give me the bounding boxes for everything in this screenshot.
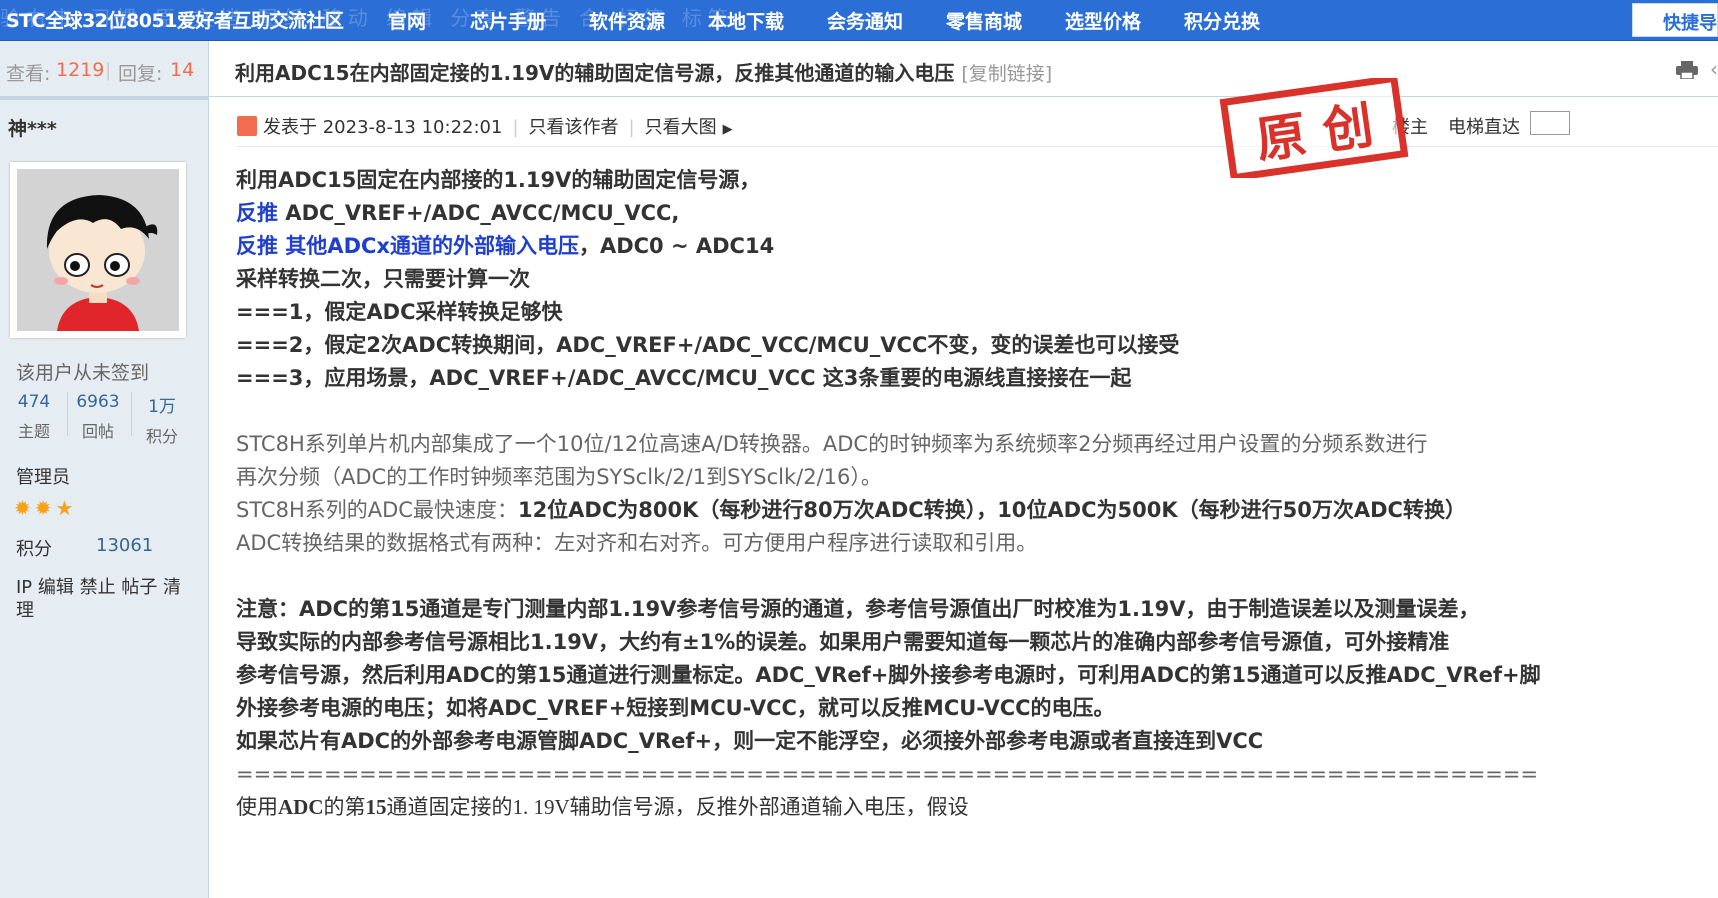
content-text: ADC_VREF+/ADC_AVCC/MCU_VCC, xyxy=(278,201,680,225)
content-emphasis: 15 xyxy=(365,795,387,819)
avatar[interactable] xyxy=(10,162,186,338)
rank-stars: ✹✹★ xyxy=(14,496,77,520)
post-content: 利用ADC15固定在内部接的1.19V的辅助固定信号源， 反推 ADC_VREF… xyxy=(236,164,1576,824)
print-icon[interactable] xyxy=(1676,61,1698,79)
content-line: 导致实际的内部参考信号源相比1.19V，大约有±1%的误差。如果用户需要知道每一… xyxy=(236,630,1450,654)
content-text: STC8H系列的ADC最快速度： xyxy=(236,498,518,522)
author-only-link[interactable]: 只看该作者 xyxy=(529,117,619,138)
nav-local-download[interactable]: 本地下载 xyxy=(708,7,784,34)
top-navbar: 验右市 习惯 原 文档 图纸 移动 编辑 分享 警告 合 标签 标签 STC全球… xyxy=(0,0,1718,41)
copy-link-button[interactable]: [复制链接] xyxy=(961,63,1052,85)
content-line: ===3，应用场景，ADC_VREF+/ADC_AVCC/MCU_VCC 这3条… xyxy=(236,366,1132,390)
admin-actions[interactable]: IP 编辑 禁止 帖子 清理 xyxy=(16,576,186,622)
user-role[interactable]: 管理员 xyxy=(16,463,70,489)
content-line: 注意：ADC的第15通道是专门测量内部1.19V参考信号源的通道，参考信号源值出… xyxy=(236,597,1480,621)
content-line: 采样转换二次，只需要计算一次 xyxy=(236,267,530,291)
meta-divider: | xyxy=(628,117,635,138)
nav-retail-store[interactable]: 零售商城 xyxy=(946,7,1022,34)
thread-header: 利用ADC15在内部固定接的1.19V的辅助固定信号源，反推其他通道的输入电压 … xyxy=(209,41,1718,97)
content-line: 外接参考电源的电压；如将ADC_VREF+短接到MCU-VCC，就可以反推MCU… xyxy=(236,696,1115,720)
thread-title-text: 利用ADC15在内部固定接的1.19V的辅助固定信号源，反推其他通道的输入电压 xyxy=(235,61,955,85)
threads-count[interactable]: 474 xyxy=(4,392,64,412)
big-image-link[interactable]: 只看大图 xyxy=(645,117,717,138)
content-line: STC8H系列的ADC最快速度：12位ADC为800K（每秒进行80万次ADC转… xyxy=(236,494,1576,527)
content-emphasis: ADC xyxy=(278,795,324,819)
credit-label: 积分 xyxy=(16,539,52,560)
post-divider xyxy=(237,146,1718,147)
content-text: 的第 xyxy=(323,795,366,819)
meta-divider: | xyxy=(512,117,519,138)
caret-right-icon: ▶ xyxy=(722,122,733,137)
content-text: 使用 xyxy=(236,795,278,819)
site-title-link[interactable]: STC全球32位8051爱好者互助交流社区 xyxy=(6,6,344,33)
elevator-label: 电梯直达 xyxy=(1448,117,1520,138)
stats-divider: | xyxy=(105,59,112,81)
sun-icon: ✹ xyxy=(14,496,35,520)
signin-status: 该用户从未签到 xyxy=(16,362,150,384)
posts-count[interactable]: 6963 xyxy=(68,392,128,412)
content-line: 使用ADC的第15通道固定接的1. 19V辅助信号源，反推外部通道输入电压，假设 xyxy=(236,791,1576,824)
points-label: 积分 xyxy=(145,427,178,446)
thread-stats: 查看: 1219 | 回复: 14 xyxy=(0,41,208,96)
content-text: ，ADC0 ~ ADC14 xyxy=(578,234,775,258)
content-divider: ========================================… xyxy=(236,762,1539,786)
content-emphasis: 12位ADC为800K（每秒进行80万次ADC转换），10位ADC为500K（每… xyxy=(517,498,1466,522)
elevator-input[interactable] xyxy=(1530,111,1570,135)
user-stat-threads[interactable]: 474 主题 xyxy=(4,392,64,442)
sun-icon: ✹ xyxy=(34,496,56,520)
post-date: 发表于 2023-8-13 10:22:01 xyxy=(263,117,503,138)
author-name[interactable]: 神*** xyxy=(8,114,57,141)
star-icon: ★ xyxy=(55,496,78,520)
content-line: 参考信号源，然后利用ADC的第15通道进行测量标定。ADC_VRef+脚外接参考… xyxy=(236,663,1541,687)
user-stat-posts[interactable]: 6963 回帖 xyxy=(68,392,128,442)
content-line: 利用ADC15固定在内部接的1.19V的辅助固定信号源， xyxy=(236,168,761,192)
original-stamp-icon: 原 创 xyxy=(1219,78,1409,178)
user-stat-points[interactable]: 1万 积分 xyxy=(132,392,192,447)
posts-label: 回帖 xyxy=(81,422,114,441)
content-highlight: 反推 其他ADCx通道的外部输入电压 xyxy=(236,234,579,258)
content-line: STC8H系列单片机内部集成了一个10位/12位高速A/D转换器。ADC的时钟频… xyxy=(236,432,1428,456)
nav-notices[interactable]: 会务通知 xyxy=(827,7,903,34)
content-line: 如果芯片有ADC的外部参考电源管脚ADC_VRef+，则一定不能浮空，必须接外部… xyxy=(236,729,1264,753)
nav-chip-manual[interactable]: 芯片手册 xyxy=(470,7,546,34)
nav-points-exchange[interactable]: 积分兑换 xyxy=(1184,7,1260,34)
user-online-icon xyxy=(237,116,257,136)
views-label: 查看: xyxy=(6,63,51,85)
threads-label: 主题 xyxy=(17,422,50,441)
quick-nav-button[interactable]: 快捷导 xyxy=(1632,3,1718,37)
content-line: 反推 ADC_VREF+/ADC_AVCC/MCU_VCC, xyxy=(236,197,1576,230)
points-count[interactable]: 1万 xyxy=(132,392,192,417)
avatar-cartoon-icon xyxy=(17,169,179,331)
content-line: ===2，假定2次ADC转换期间，ADC_VREF+/ADC_VCC/MCU_V… xyxy=(236,333,1180,357)
replies-count: 14 xyxy=(170,59,195,81)
content-line: ADC转换结果的数据格式有两种：左对齐和右对齐。可方便用户程序进行读取和引用。 xyxy=(236,531,1038,555)
chevron-left-icon[interactable]: ‹ xyxy=(1710,57,1718,81)
content-highlight: 反推 xyxy=(236,201,278,225)
views-count: 1219 xyxy=(56,59,105,81)
credit-value: 13061 xyxy=(96,535,154,556)
nav-pricing[interactable]: 选型价格 xyxy=(1065,7,1141,34)
post-meta: 发表于 2023-8-13 10:22:01 | 只看该作者 | 只看大图 ▶ xyxy=(237,113,733,139)
content-text: 通道固定接的1. 19V辅助信号源，反推外部通道输入电压，假设 xyxy=(386,795,969,819)
nav-official-site[interactable]: 官网 xyxy=(388,7,426,34)
thread-title: 利用ADC15在内部固定接的1.19V的辅助固定信号源，反推其他通道的输入电压 … xyxy=(235,57,1052,86)
content-line: ===1，假定ADC采样转换足够快 xyxy=(236,300,563,324)
sidebar-divider xyxy=(0,96,208,100)
nav-software[interactable]: 软件资源 xyxy=(589,7,665,34)
content-line: 再次分频（ADC的工作时钟频率范围为SYSclk/2/1到SYSclk/2/16… xyxy=(236,465,882,489)
replies-label: 回复: xyxy=(118,63,163,85)
content-line: 反推 其他ADCx通道的外部输入电压，ADC0 ~ ADC14 xyxy=(236,230,1576,263)
